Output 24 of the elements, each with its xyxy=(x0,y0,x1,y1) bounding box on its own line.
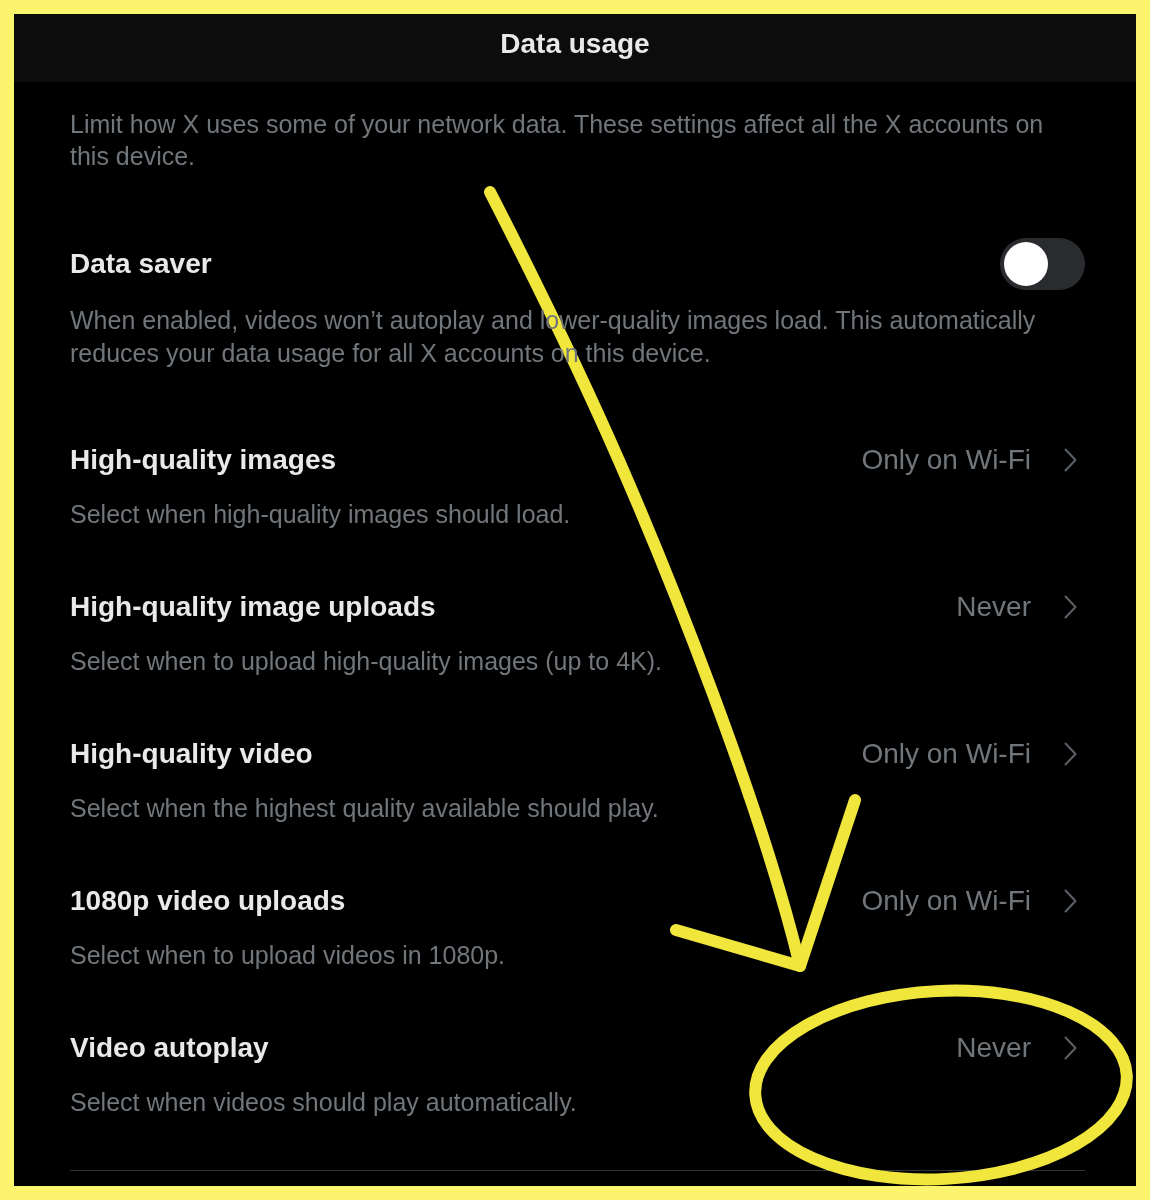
setting-description: Select when the highest quality available should play. xyxy=(70,793,660,824)
setting-value[interactable]: Only on Wi-Fi xyxy=(861,737,1031,771)
setting-title: Data saver xyxy=(70,247,212,281)
page-title: Data usage xyxy=(500,28,650,60)
setting-value[interactable]: Only on Wi-Fi xyxy=(861,443,1031,477)
chevron-icon[interactable] xyxy=(1064,595,1077,619)
setting-title: Video autoplay xyxy=(70,1031,269,1065)
setting-value[interactable]: Only on Wi-Fi xyxy=(861,884,1031,918)
intro-text: Limit how X uses some of your network data. These settings affect all the X accounts on this device. xyxy=(70,109,1045,172)
chevron-icon[interactable] xyxy=(1064,742,1077,766)
setting-description: Select when to upload high-quality images (up to 4K). xyxy=(70,646,664,677)
setting-description: Select when videos should play automatically. xyxy=(70,1087,578,1118)
setting-title: High-quality images xyxy=(70,443,337,477)
chevron-icon[interactable] xyxy=(1064,1036,1077,1060)
setting-description: Select when high-quality images should load. xyxy=(70,499,572,530)
setting-description: Select when to upload videos in 1080p. xyxy=(70,940,507,971)
setting-title: High-quality video xyxy=(70,737,313,771)
setting-value[interactable]: Never xyxy=(956,590,1031,624)
chevron-icon[interactable] xyxy=(1064,889,1077,913)
setting-title: High-quality image uploads xyxy=(70,590,436,624)
setting-title: 1080p video uploads xyxy=(70,884,346,918)
toggle-switch[interactable] xyxy=(1000,238,1085,290)
setting-value[interactable]: Never xyxy=(956,1031,1031,1065)
chevron-icon[interactable] xyxy=(1064,448,1077,472)
